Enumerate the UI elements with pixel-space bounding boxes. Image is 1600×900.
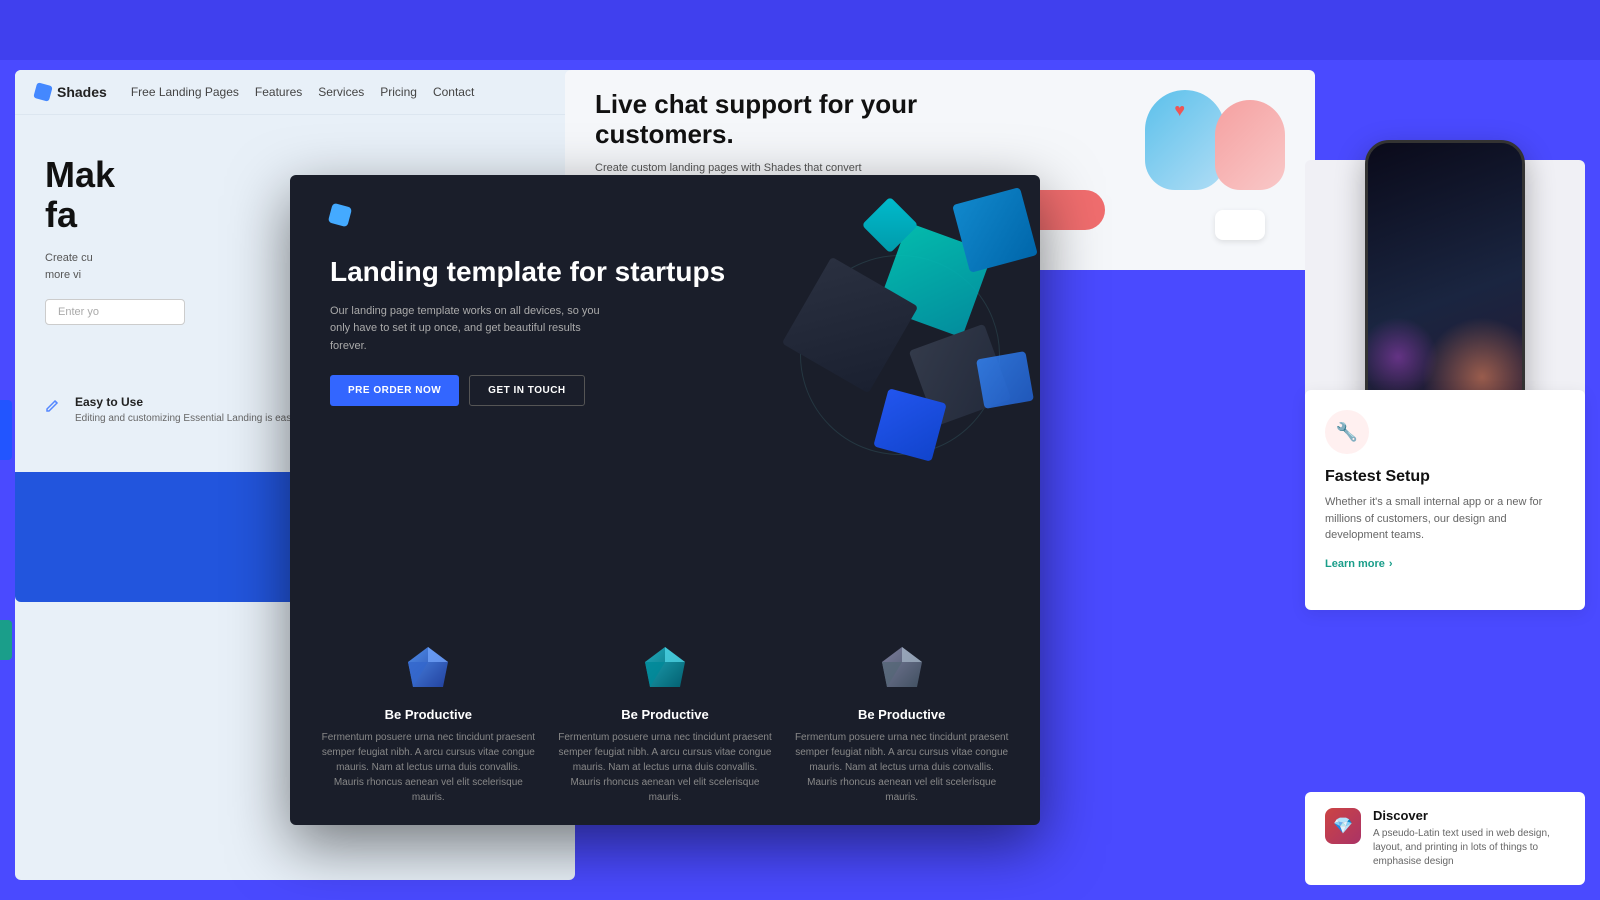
setup-icon-circle: 🔧 xyxy=(1325,410,1369,454)
nav-bar: Shades Free Landing Pages Features Servi… xyxy=(15,70,575,115)
nav-link-pricing[interactable]: Pricing xyxy=(380,85,417,99)
dark-features-grid: Be Productive Fermentum posuere urna nec… xyxy=(290,642,1040,805)
nav-link-free-landing[interactable]: Free Landing Pages xyxy=(131,85,239,99)
fastest-setup-desc: Whether it's a small internal app or a n… xyxy=(1325,494,1565,544)
nav-link-services[interactable]: Services xyxy=(318,85,364,99)
get-in-touch-button[interactable]: GET IN TOUCH xyxy=(469,375,584,406)
dark-feature-col-2: Be Productive Fermentum posuere urna nec… xyxy=(557,642,774,805)
fastest-setup-title: Fastest Setup xyxy=(1325,468,1565,486)
feature-gem-icon-1 xyxy=(398,642,458,697)
left-strip-blue xyxy=(0,400,12,460)
fastest-setup-card: 🔧 Fastest Setup Whether it's a small int… xyxy=(1305,390,1585,610)
dark-feature-title-1: Be Productive xyxy=(320,707,537,722)
dark-feature-title-2: Be Productive xyxy=(557,707,774,722)
discover-panel: 💎 Discover A pseudo-Latin text used in w… xyxy=(1305,792,1585,885)
logo-icon xyxy=(33,82,53,102)
dark-panel-inner: Landing template for startups Our landin… xyxy=(290,175,1040,825)
dark-feature-title-3: Be Productive xyxy=(793,707,1010,722)
shape-teal-3 xyxy=(862,197,919,254)
dark-btn-row: PRE ORDER NOW GET IN TOUCH xyxy=(330,375,1000,406)
left-strip-teal xyxy=(0,620,12,660)
character-1 xyxy=(1145,90,1225,190)
heart-icon: ♥ xyxy=(1174,100,1185,121)
discover-icon: 💎 xyxy=(1325,808,1361,844)
dark-feature-desc-3: Fermentum posuere urna nec tincidunt pra… xyxy=(793,730,1010,805)
pencil-icon xyxy=(45,397,65,417)
dark-hero-desc: Our landing page template works on all d… xyxy=(330,303,610,356)
discover-title: Discover xyxy=(1373,808,1565,823)
dark-feature-desc-1: Fermentum posuere urna nec tincidunt pra… xyxy=(320,730,537,805)
center-top-heading: Live chat support for your customers. xyxy=(595,90,985,150)
dark-feature-col-1: Be Productive Fermentum posuere urna nec… xyxy=(320,642,537,805)
discover-text: Discover A pseudo-Latin text used in web… xyxy=(1373,808,1565,869)
nav-link-contact[interactable]: Contact xyxy=(433,85,474,99)
gem-icon: 💎 xyxy=(1333,816,1353,836)
logo-text: Shades xyxy=(57,84,107,100)
nav-logo: Shades xyxy=(35,84,107,100)
chat-bubble-white xyxy=(1215,210,1265,240)
learn-more-label: Learn more xyxy=(1325,558,1385,570)
pre-order-button[interactable]: PRE ORDER NOW xyxy=(330,375,459,406)
chevron-right-icon: › xyxy=(1389,558,1393,570)
character-2 xyxy=(1215,100,1285,190)
dark-hero-text: Landing template for startups Our landin… xyxy=(330,255,1000,355)
feature-gem-icon-2 xyxy=(635,642,695,697)
panel-dark: Landing template for startups Our landin… xyxy=(290,175,1040,825)
dark-hero-heading: Landing template for startups xyxy=(330,255,1000,289)
learn-more-link[interactable]: Learn more › xyxy=(1325,558,1565,570)
dark-logo-icon xyxy=(328,203,352,227)
wrench-icon: 🔧 xyxy=(1336,422,1358,443)
left-hero-desc: Create cumore vi xyxy=(45,250,305,283)
feature-gem-icon-3 xyxy=(872,642,932,697)
discover-desc: A pseudo-Latin text used in web design, … xyxy=(1373,827,1565,869)
dark-feature-desc-2: Fermentum posuere urna nec tincidunt pra… xyxy=(557,730,774,805)
nav-links: Free Landing Pages Features Services Pri… xyxy=(131,85,475,99)
nav-link-features[interactable]: Features xyxy=(255,85,302,99)
dark-feature-col-3: Be Productive Fermentum posuere urna nec… xyxy=(793,642,1010,805)
background-blue-bar xyxy=(0,0,1600,60)
left-email-input[interactable]: Enter yo xyxy=(45,299,185,325)
